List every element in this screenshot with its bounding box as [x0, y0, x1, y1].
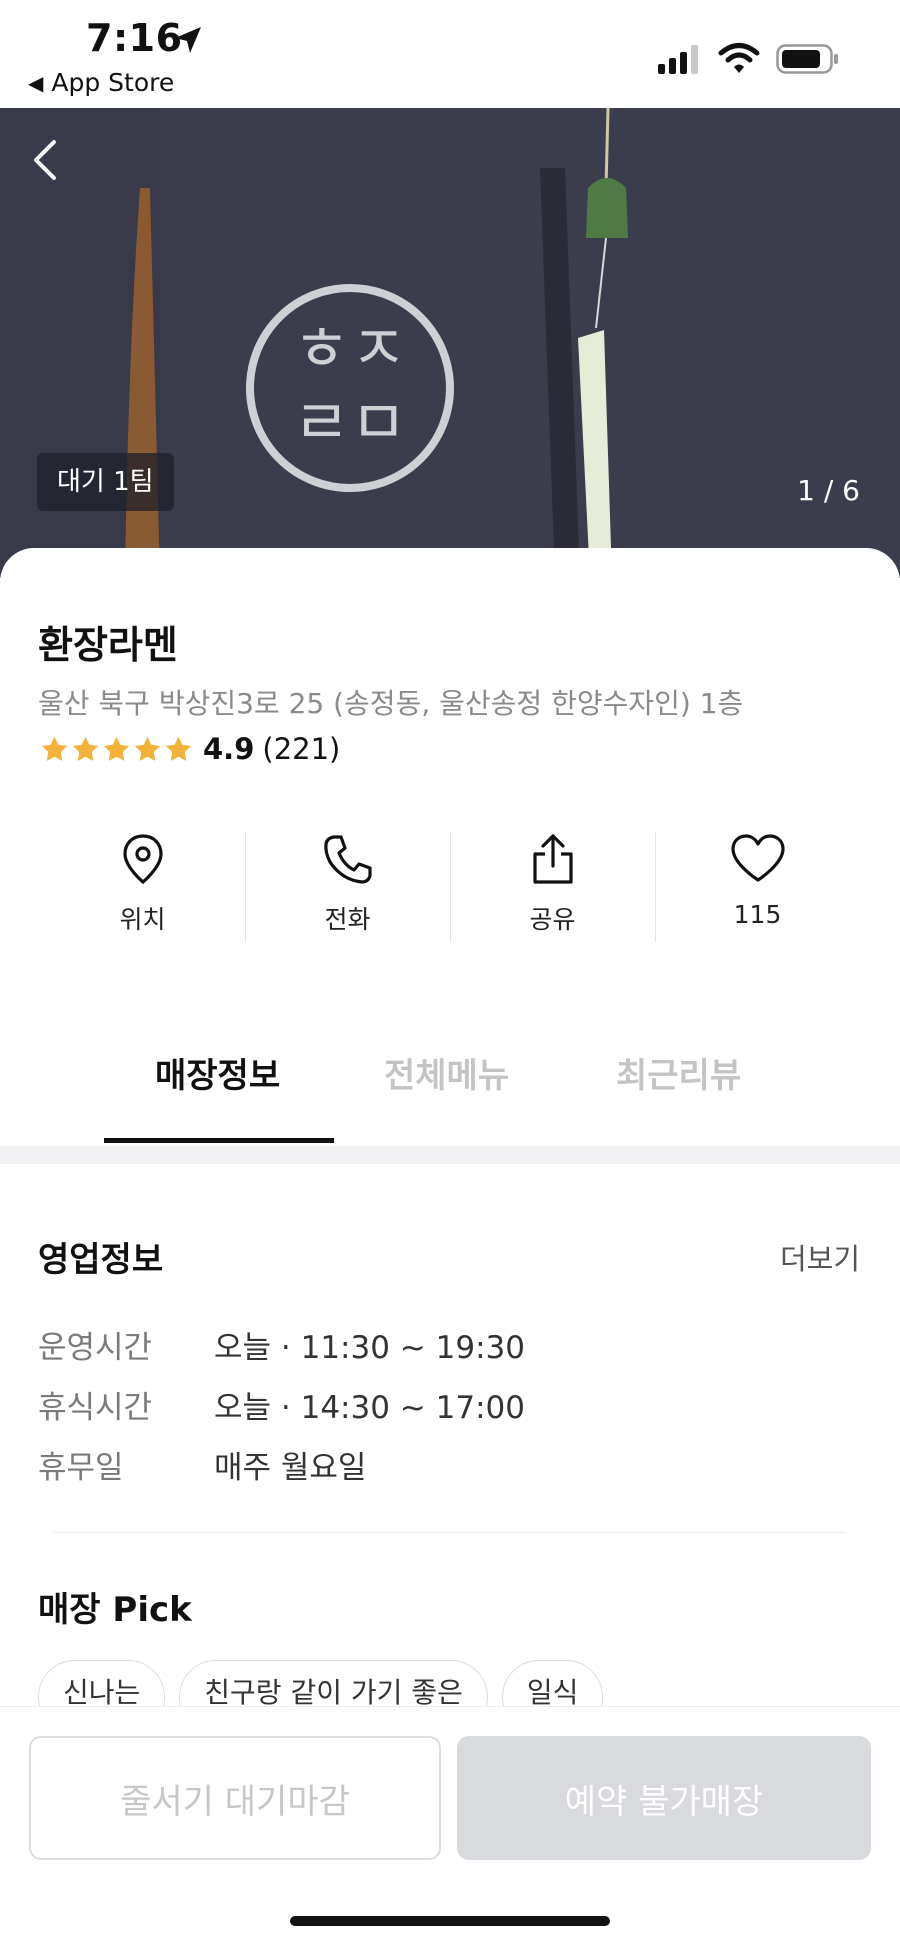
star-icon [103, 736, 130, 761]
tab-bar: 매장정보 전체메뉴 최근리뷰 [0, 1030, 900, 1144]
svg-text:ㄹㅁ: ㄹㅁ [293, 386, 407, 459]
star-icon [134, 736, 161, 761]
store-name: 환장라멘 [38, 623, 178, 667]
back-chevron-icon[interactable] [30, 138, 60, 186]
wifi-icon [718, 42, 760, 78]
svg-text:ㅎㅈ: ㅎㅈ [293, 312, 407, 385]
phone-button[interactable]: 전화 [245, 832, 450, 942]
back-triangle-icon: ◀ [28, 70, 44, 95]
rating-value: 4.9 [203, 732, 255, 766]
home-indicator [290, 1916, 610, 1926]
phone-label: 전화 [324, 905, 371, 934]
info-key: 운영시간 [38, 1330, 153, 1366]
wait-count-badge: 대기 1팀 [37, 453, 174, 511]
business-info-title: 영업정보 [38, 1240, 164, 1280]
favorite-count: 115 [733, 900, 782, 929]
location-button[interactable]: 위치 [40, 832, 245, 942]
rating-row[interactable]: 4.9 (221) [40, 732, 340, 766]
hero-image[interactable]: ㅎㅈ ㄹㅁ 대기 1팀 1 / 6 [0, 108, 900, 578]
reserve-button[interactable]: 예약 불가매장 [457, 1736, 871, 1860]
status-time: 7:16 [86, 16, 183, 60]
info-row-hours: 운영시간 오늘 · 11:30 ~ 19:30 [38, 1322, 525, 1367]
share-button[interactable]: 공유 [450, 832, 655, 942]
back-app-label: App Store [51, 68, 175, 97]
back-to-app-store[interactable]: ◀ App Store [28, 68, 174, 97]
tab-full-menu[interactable]: 전체메뉴 [384, 1048, 509, 1097]
star-icon [72, 736, 99, 761]
info-value: 오늘 · 14:30 ~ 17:00 [214, 1390, 525, 1426]
battery-icon [776, 44, 840, 78]
location-pin-icon [122, 834, 163, 885]
section-separator [0, 1146, 900, 1164]
phone-icon [323, 835, 372, 884]
active-tab-indicator [104, 1138, 334, 1143]
share-icon [532, 834, 573, 884]
info-row-break: 휴식시간 오늘 · 14:30 ~ 17:00 [38, 1382, 525, 1427]
favorite-button[interactable]: 115 [655, 832, 860, 942]
action-row: 위치 전화 공유 115 [40, 832, 860, 942]
info-value: 매주 월요일 [214, 1450, 367, 1486]
location-arrow-icon [172, 24, 204, 60]
divider [54, 1532, 846, 1533]
heart-icon [730, 834, 785, 882]
info-row-closed: 휴무일 매주 월요일 [38, 1442, 366, 1487]
star-icon [165, 736, 192, 761]
info-key: 휴식시간 [38, 1390, 153, 1426]
more-link[interactable]: 더보기 [780, 1236, 860, 1278]
tab-recent-reviews[interactable]: 최근리뷰 [616, 1048, 741, 1097]
info-key: 휴무일 [38, 1450, 124, 1486]
queue-button[interactable]: 줄서기 대기마감 [29, 1736, 441, 1860]
image-counter: 1 / 6 [797, 474, 860, 507]
info-value: 오늘 · 11:30 ~ 19:30 [214, 1330, 525, 1366]
tab-store-info[interactable]: 매장정보 [155, 1048, 280, 1097]
star-rating [40, 735, 193, 764]
star-icon [41, 736, 68, 761]
store-address: 울산 북구 박상진3로 25 (송정동, 울산송정 한양수자인) 1층 [38, 687, 744, 720]
signal-icon [658, 44, 702, 78]
review-count: (221) [262, 732, 341, 766]
store-pick-title: 매장 Pick [38, 1590, 192, 1630]
status-bar: 7:16 ◀ App Store [0, 0, 900, 108]
location-label: 위치 [119, 905, 166, 934]
share-label: 공유 [529, 905, 576, 934]
